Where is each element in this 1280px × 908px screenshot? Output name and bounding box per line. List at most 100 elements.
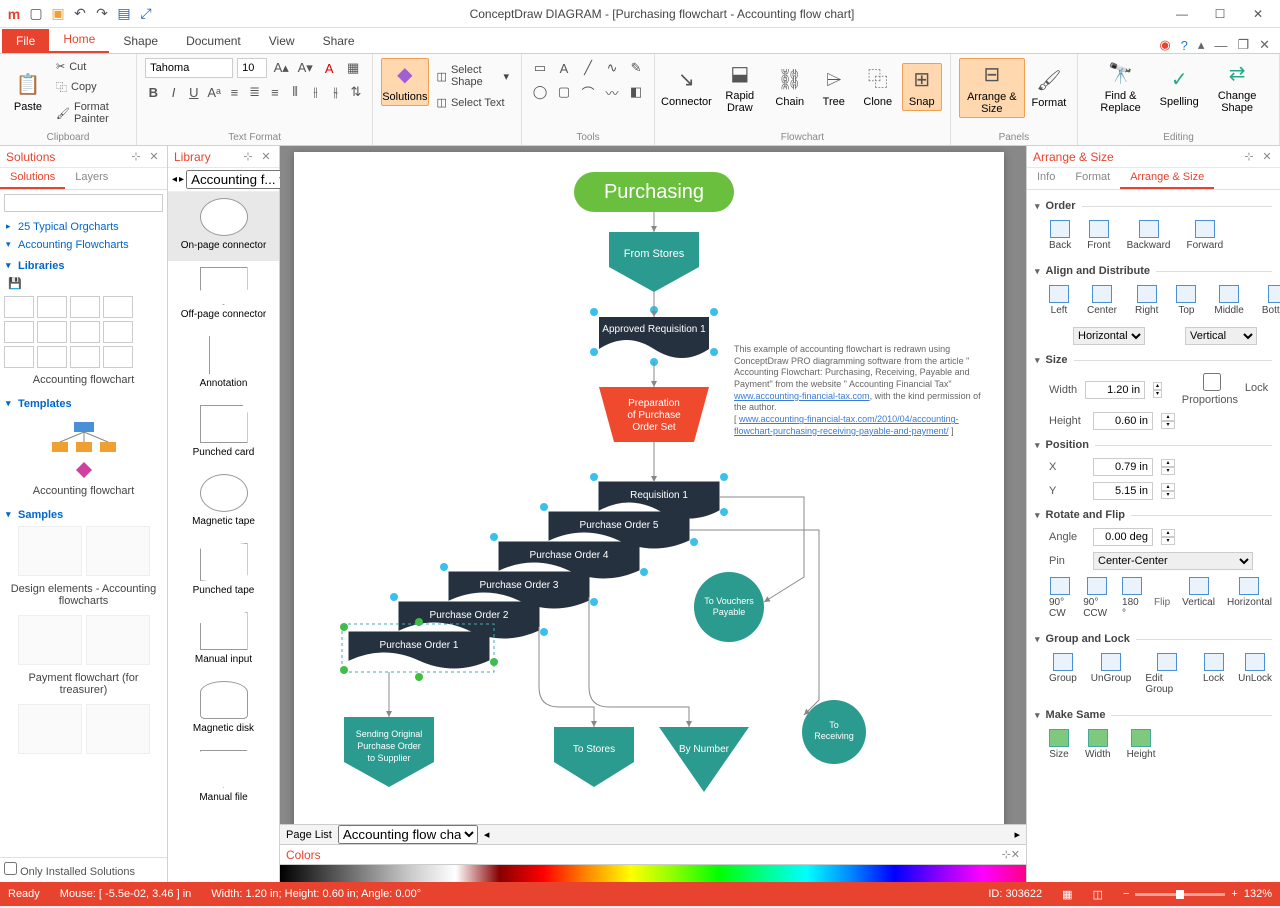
solutions-button[interactable]: ◆Solutions xyxy=(381,58,428,106)
align-bottom-button[interactable]: Bottom xyxy=(1262,285,1280,316)
sample-thumbnail[interactable] xyxy=(18,615,82,665)
library-selector[interactable]: Accounting f... xyxy=(186,170,293,189)
arc-tool-icon[interactable]: ⌒ xyxy=(578,82,598,102)
arrange-size-button[interactable]: ⊟Arrange & Size xyxy=(959,58,1025,118)
section-templates[interactable]: Templates xyxy=(4,392,163,413)
library-item[interactable]: Punched tape xyxy=(168,537,279,606)
sample-thumbnail[interactable] xyxy=(86,526,150,576)
tab-shape[interactable]: Shape xyxy=(109,29,172,53)
height-input[interactable] xyxy=(1093,412,1153,430)
tree-item-orgcharts[interactable]: 25 Typical Orgcharts xyxy=(4,218,163,236)
sample-thumbnail[interactable] xyxy=(86,704,150,754)
section-samples[interactable]: Samples xyxy=(4,503,163,524)
distribute-horizontal-select[interactable]: Horizontal xyxy=(1073,327,1145,345)
rotate-180-button[interactable]: 180 ° xyxy=(1122,577,1142,619)
rotate-cw-button[interactable]: 90° CW xyxy=(1049,577,1071,619)
tab-file[interactable]: File xyxy=(2,29,49,53)
align-left-button[interactable]: Left xyxy=(1049,285,1069,316)
text-tool-icon[interactable]: A xyxy=(554,58,574,78)
underline-icon[interactable]: U xyxy=(186,82,202,102)
subtab-layers[interactable]: Layers xyxy=(65,168,118,189)
order-back-button[interactable]: Back xyxy=(1049,220,1071,251)
library-item[interactable]: Magnetic tape xyxy=(168,468,279,537)
spin-up-icon[interactable]: ▴ xyxy=(1153,382,1162,390)
font-family-input[interactable] xyxy=(145,58,233,78)
pin-icon[interactable]: ⊹ xyxy=(1002,848,1011,861)
section-libraries[interactable]: Libraries xyxy=(4,254,163,275)
tab-share[interactable]: Share xyxy=(309,29,369,53)
sample-thumbnail[interactable] xyxy=(18,704,82,754)
curve-tool-icon[interactable]: ∿ xyxy=(602,58,622,78)
line-spacing-icon[interactable]: ⇅ xyxy=(348,82,364,102)
align-center-button[interactable]: Center xyxy=(1087,285,1117,316)
align-middle-button[interactable]: Middle xyxy=(1214,285,1243,316)
y-input[interactable] xyxy=(1093,482,1153,500)
template-thumbnail[interactable] xyxy=(4,413,163,483)
find-replace-button[interactable]: 🔭Find & Replace xyxy=(1086,58,1155,116)
format-panel-button[interactable]: 🖌Format xyxy=(1029,65,1069,111)
pin-icon[interactable]: ⊹ xyxy=(241,150,255,164)
align-bottom-icon[interactable]: ⫳ xyxy=(328,82,344,102)
spin-up-icon[interactable]: ▴ xyxy=(1161,483,1175,491)
chain-button[interactable]: ⛓Chain xyxy=(770,64,810,110)
pen-tool-icon[interactable]: ✎ xyxy=(626,58,646,78)
library-item[interactable]: Manual input xyxy=(168,606,279,675)
ungroup-button[interactable]: UnGroup xyxy=(1091,653,1132,695)
italic-icon[interactable]: I xyxy=(165,82,181,102)
library-item[interactable]: Magnetic disk xyxy=(168,675,279,744)
scroll-left-icon[interactable]: ◂ xyxy=(484,828,490,841)
canvas-viewport[interactable]: Purchasing From Stores Approved Requisit… xyxy=(280,146,1026,824)
rect-tool-icon[interactable]: ▭ xyxy=(530,58,550,78)
align-right-button[interactable]: Right xyxy=(1135,285,1158,316)
width-input[interactable] xyxy=(1085,381,1145,399)
library-item[interactable]: Punched card xyxy=(168,399,279,468)
format-painter-button[interactable]: 🖌Format Painter xyxy=(52,99,128,127)
sample-thumbnail[interactable] xyxy=(86,615,150,665)
flip-horizontal-button[interactable]: Horizontal xyxy=(1227,577,1272,619)
spin-up-icon[interactable]: ▴ xyxy=(1161,459,1175,467)
new-icon[interactable]: ▢ xyxy=(28,6,44,22)
align-right-icon[interactable]: ≡ xyxy=(267,82,283,102)
select-shape-button[interactable]: ◫Select Shape▾ xyxy=(433,62,513,90)
spelling-button[interactable]: ✓Spelling xyxy=(1159,64,1199,110)
spin-down-icon[interactable]: ▾ xyxy=(1161,467,1175,475)
close-icon[interactable]: ✕ xyxy=(259,150,273,164)
lock-button[interactable]: Lock xyxy=(1203,653,1224,695)
zoom-in-button[interactable]: + xyxy=(1231,888,1237,900)
lock-proportions-checkbox[interactable] xyxy=(1182,373,1242,391)
rotate-ccw-button[interactable]: 90° CCW xyxy=(1083,577,1110,619)
close-button[interactable]: ✕ xyxy=(1240,2,1276,26)
align-top-icon[interactable]: ⫴ xyxy=(287,82,303,102)
library-item[interactable]: Off-page connector xyxy=(168,261,279,330)
library-item[interactable]: Annotation xyxy=(168,330,279,399)
spin-down-icon[interactable]: ▾ xyxy=(1153,390,1162,398)
change-shape-button[interactable]: ⇄Change Shape xyxy=(1203,58,1271,116)
cut-button[interactable]: ✂Cut xyxy=(52,58,128,75)
view-normal-icon[interactable]: ◫ xyxy=(1093,888,1103,901)
x-input[interactable] xyxy=(1093,458,1153,476)
order-forward-button[interactable]: Forward xyxy=(1186,220,1223,251)
spin-down-icon[interactable]: ▾ xyxy=(1161,491,1175,499)
align-middle-icon[interactable]: ⫲ xyxy=(307,82,323,102)
freehand-tool-icon[interactable]: 〰 xyxy=(602,82,622,102)
highlight-icon[interactable]: ▦ xyxy=(343,58,363,78)
edit-group-button[interactable]: Edit Group xyxy=(1145,653,1189,695)
subtab-arrange[interactable]: Arrange & Size xyxy=(1120,168,1214,189)
collapse-ribbon-icon[interactable]: ▴ xyxy=(1198,37,1205,53)
paste-button[interactable]: 📋Paste xyxy=(8,69,48,115)
pin-select[interactable]: Center-Center xyxy=(1093,552,1253,570)
pin-icon[interactable]: ⊹ xyxy=(129,150,143,164)
minimize-button[interactable]: — xyxy=(1164,2,1200,26)
spin-down-icon[interactable]: ▾ xyxy=(1161,537,1175,545)
spin-down-icon[interactable]: ▾ xyxy=(1161,421,1175,429)
close-icon[interactable]: ✕ xyxy=(1011,848,1020,861)
spin-up-icon[interactable]: ▴ xyxy=(1161,529,1175,537)
order-backward-button[interactable]: Backward xyxy=(1127,220,1171,251)
group-button[interactable]: Group xyxy=(1049,653,1077,695)
align-center-icon[interactable]: ≣ xyxy=(247,82,263,102)
same-height-button[interactable]: Height xyxy=(1127,729,1156,760)
pin-icon[interactable]: ⊹ xyxy=(1242,150,1256,164)
align-left-icon[interactable]: ≡ xyxy=(226,82,242,102)
solutions-search-input[interactable] xyxy=(4,194,163,212)
print-preview-icon[interactable]: ⤢ xyxy=(138,6,154,22)
